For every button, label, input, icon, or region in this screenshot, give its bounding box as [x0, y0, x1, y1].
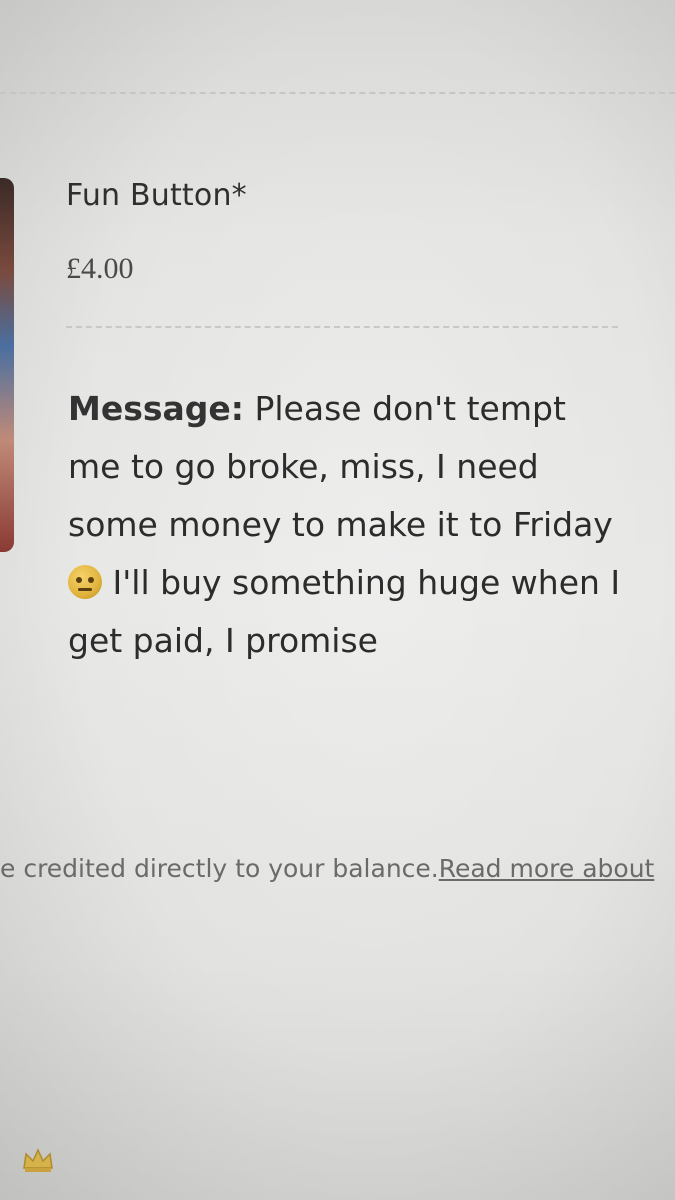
product-price: £4.00 [66, 252, 134, 285]
balance-note: e credited directly to your balance.Read… [0, 854, 675, 883]
section-divider [66, 326, 618, 328]
message-block: Message: Please don't tempt me to go bro… [68, 380, 628, 670]
product-thumbnail[interactable] [0, 178, 14, 552]
top-divider [0, 92, 675, 94]
message-label: Message: [68, 389, 244, 428]
neutral-face-icon [68, 565, 102, 599]
message-text-continued: I'll buy something huge when I get paid,… [68, 563, 621, 660]
product-name: Fun Button* [66, 178, 247, 213]
crown-icon [23, 1148, 53, 1172]
read-more-link[interactable]: Read more about [439, 854, 655, 883]
balance-note-text: e credited directly to your balance. [0, 854, 439, 883]
